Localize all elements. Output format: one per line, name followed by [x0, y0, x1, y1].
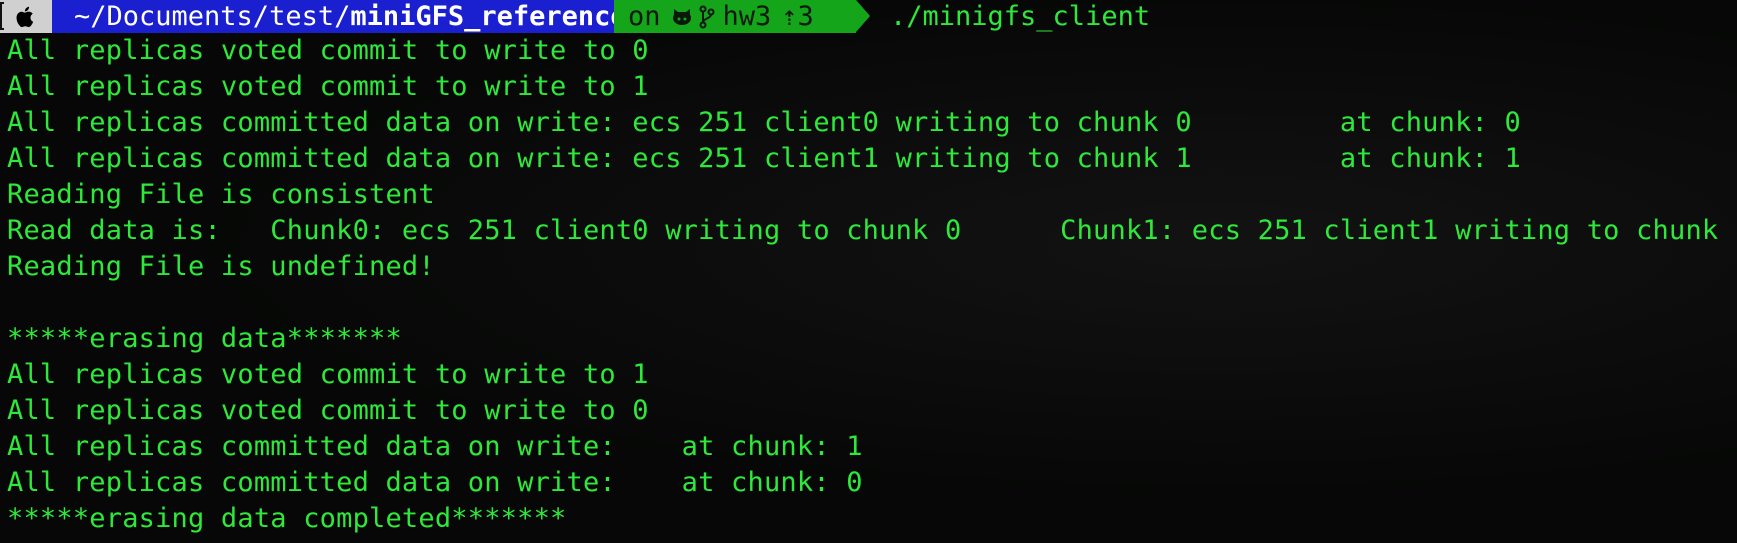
output-line: *****erasing data******* — [7, 323, 402, 354]
typed-command: ./minigfs_client — [890, 1, 1151, 32]
output-line: All replicas voted commit to write to 1 — [7, 71, 649, 102]
github-icon — [672, 8, 691, 25]
git-ahead-count: ⇡3 — [781, 1, 814, 32]
output-line: All replicas committed data on write: ec… — [7, 143, 1521, 174]
output-line: All replicas committed data on write: at… — [7, 431, 863, 462]
output-line: All replicas committed data on write: at… — [7, 467, 863, 498]
prompt-os-segment — [0, 0, 52, 33]
terminal-output: All replicas voted commit to write to 0 … — [7, 33, 1737, 537]
output-line: All replicas committed data on write: ec… — [7, 107, 1521, 138]
git-branch-icon — [699, 5, 715, 28]
git-branch-name: hw3 — [722, 1, 772, 32]
prompt-git-segment: on hw3 ⇡3 — [614, 0, 856, 33]
output-line: Read data is: Chunk0: ecs 251 client0 wr… — [7, 215, 1737, 246]
apple-icon — [16, 6, 34, 27]
output-line: *****erasing data completed******* — [7, 503, 567, 534]
prompt-directory-segment: ~/Documents/test/miniGFS_reference — [52, 0, 627, 33]
output-line: Reading File is consistent — [7, 179, 435, 210]
output-line: All replicas voted commit to write to 1 — [7, 359, 649, 390]
output-line: All replicas voted commit to write to 0 — [7, 35, 649, 66]
terminal-window[interactable]: ~/Documents/test/miniGFS_reference on hw… — [0, 0, 1737, 543]
output-line-blank — [7, 285, 1737, 321]
prompt-bracket — [0, 2, 4, 30]
output-line: Reading File is undefined! — [7, 251, 435, 282]
prompt-segment-separator — [856, 0, 870, 32]
directory-name: miniGFS_reference — [350, 1, 627, 32]
directory-path: ~/Documents/test/ — [74, 1, 351, 32]
git-on-label: on — [628, 1, 661, 32]
output-line: All replicas voted commit to write to 0 — [7, 395, 649, 426]
shell-prompt: ~/Documents/test/miniGFS_reference on hw… — [0, 0, 1150, 33]
